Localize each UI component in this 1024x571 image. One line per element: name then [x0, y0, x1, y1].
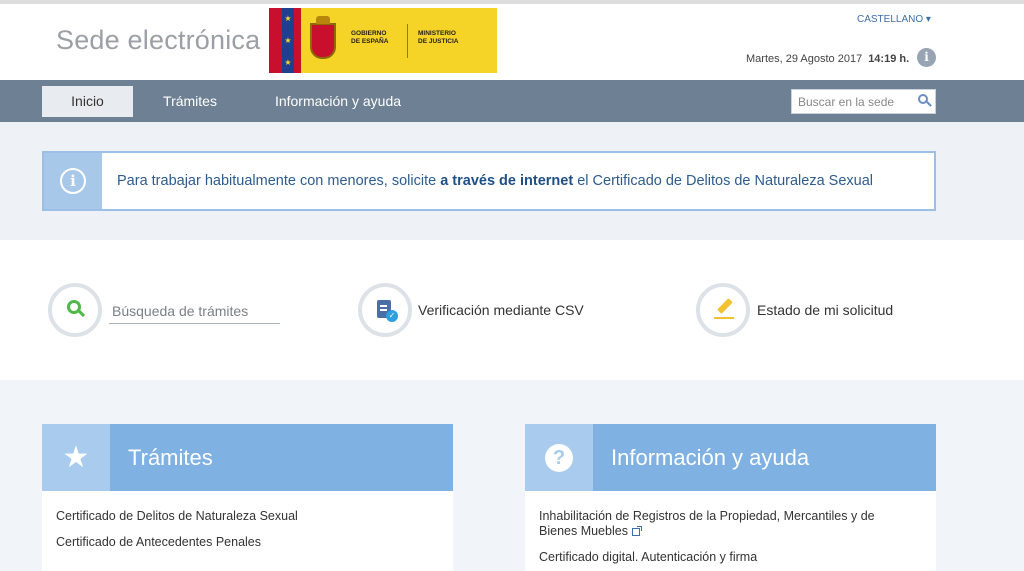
notice-text: Para trabajar habitualmente con menores,… — [117, 173, 874, 189]
site-header: Sede electrónica ★ ★ ★ GOBIERNO DE ESPAÑA … — [0, 0, 1024, 80]
search-circle[interactable] — [48, 283, 102, 337]
panel-icon-box: ? — [525, 424, 593, 491]
panel-icon-box: ★ — [42, 424, 110, 491]
star-icon: ★ — [62, 440, 90, 474]
quick-actions: ✓ Verificación mediante CSV Estado de mi… — [0, 240, 1024, 380]
list-item[interactable]: Certificado de Delitos de Naturaleza Sex… — [56, 509, 426, 524]
info-list: Inhabilitación de Registros de la Propie… — [525, 491, 936, 565]
question-icon: ? — [545, 443, 573, 472]
panel-title: Información y ayuda — [611, 445, 810, 470]
nav-tab-inicio[interactable]: Inicio — [42, 86, 133, 117]
coat-of-arms-icon — [301, 8, 345, 73]
tramites-panel: ★ Trámites Certificado de Delitos de Nat… — [42, 424, 453, 571]
notice-icon-box: i — [44, 153, 102, 209]
notice-link[interactable]: a través de internet — [440, 173, 573, 189]
csv-verification-link[interactable]: Verificación mediante CSV — [418, 302, 584, 318]
government-logo[interactable]: ★ ★ ★ GOBIERNO DE ESPAÑA MINISTERIO DE JUS… — [269, 8, 497, 73]
search-icon[interactable] — [918, 94, 928, 104]
time-text: 14:19 h. — [868, 53, 910, 65]
list-item[interactable]: Certificado de Antecedentes Penales — [56, 535, 426, 550]
language-selector[interactable]: CASTELLANO ▾ — [857, 14, 931, 25]
site-search — [791, 89, 936, 114]
check-icon: ✓ — [386, 310, 398, 322]
panel-title: Trámites — [128, 445, 213, 470]
eu-stars: ★ ★ ★ — [282, 8, 294, 73]
notice-banner: i Para trabajar habitualmente con menore… — [42, 151, 936, 211]
flag-stripe — [294, 8, 301, 73]
info-panel-header[interactable]: ? Información y ayuda — [525, 424, 936, 491]
info-panel: ? Información y ayuda Inhabilitación de … — [525, 424, 936, 571]
status-circle[interactable] — [696, 283, 750, 337]
pencil-underline — [714, 317, 734, 319]
site-title[interactable]: Sede electrónica — [56, 25, 260, 56]
pencil-icon — [717, 298, 733, 314]
list-item[interactable]: Inhabilitación de Registros de la Propie… — [539, 509, 909, 539]
list-item[interactable]: Certificado digital. Autenticación y fir… — [539, 550, 909, 565]
date-text: Martes, 29 Agosto 2017 — [746, 53, 863, 65]
csv-circle[interactable]: ✓ — [358, 283, 412, 337]
tramites-panel-header[interactable]: ★ Trámites — [42, 424, 453, 491]
main-nav: Inicio Trámites Información y ayuda — [0, 80, 1024, 122]
content-panels: ★ Trámites Certificado de Delitos de Nat… — [0, 380, 1024, 571]
info-icon[interactable]: i — [917, 48, 936, 67]
request-status-link[interactable]: Estado de mi solicitud — [757, 302, 893, 318]
nav-tab-tramites[interactable]: Trámites — [146, 86, 234, 117]
current-date: Martes, 29 Agosto 2017 14:19 h. — [746, 53, 909, 65]
external-link-icon — [631, 526, 642, 536]
info-icon: i — [60, 168, 86, 194]
site-search-input[interactable] — [792, 90, 910, 113]
flag-stripe — [269, 8, 282, 73]
government-text: GOBIERNO DE ESPAÑA — [351, 30, 389, 45]
tramites-list: Certificado de Delitos de Naturaleza Sex… — [42, 491, 453, 550]
ministry-text: MINISTERIO DE JUSTICIA — [418, 30, 459, 45]
alert-section: i Para trabajar habitualmente con menore… — [0, 122, 1024, 240]
nav-tab-informacion[interactable]: Información y ayuda — [262, 86, 414, 117]
procedure-search-input[interactable] — [109, 299, 280, 324]
search-icon — [67, 300, 81, 314]
